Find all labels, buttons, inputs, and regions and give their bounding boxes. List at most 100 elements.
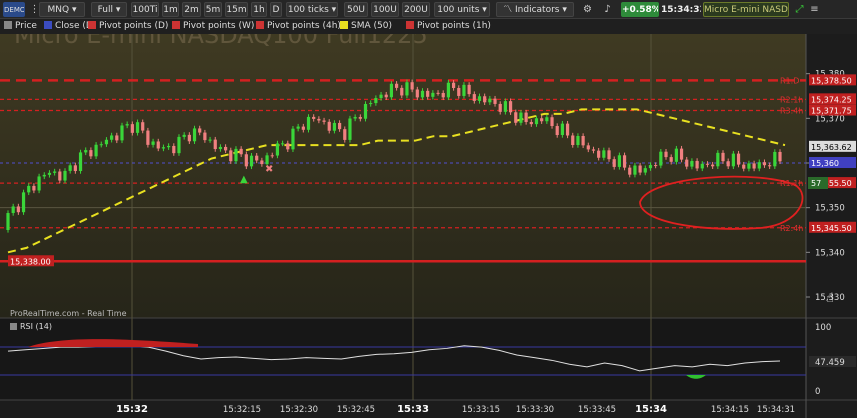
candle-body [384, 94, 388, 98]
candle-body [99, 144, 103, 146]
tf-15m[interactable]: 15m [225, 2, 248, 17]
candle-body [21, 192, 26, 213]
legend-item[interactable]: Pivot points (D) [88, 20, 168, 33]
tf-2m[interactable]: 2m [182, 2, 201, 17]
demo-logo-icon[interactable]: DEMO [3, 2, 25, 17]
x-tick-label: 15:32:45 [337, 405, 375, 415]
legend-item[interactable]: Pivot points (W) [172, 20, 254, 33]
candle-body [120, 125, 124, 141]
symbol-selector[interactable]: MNQ ▾ [39, 2, 85, 17]
candle-body [213, 139, 217, 150]
candle-body [110, 135, 114, 140]
cursor-icon: ☝ [826, 291, 834, 306]
y-tick-label: 15,370 [815, 114, 845, 124]
level-name-label: R1.1h [780, 179, 803, 188]
candle-body [571, 135, 575, 146]
toolbar: DEMO ⋮ MNQ ▾ Full ▾ 100Ti 1m 2m 5m 15m 1… [0, 0, 857, 19]
candle-body [337, 122, 342, 130]
candle-body [529, 121, 533, 125]
buy-arrow-icon: ▲ [240, 174, 248, 185]
candle-body [125, 124, 129, 126]
candle-body [63, 170, 67, 181]
candle-body [576, 135, 580, 146]
candle-body [291, 128, 295, 150]
candle-body [690, 160, 694, 167]
candle-body [363, 103, 368, 119]
units-selector[interactable]: 100 units ▾ [434, 2, 490, 17]
candle-body [389, 83, 394, 98]
level-name-label: R1.D [780, 76, 799, 85]
legend-label: Pivot points (1h) [417, 21, 491, 31]
candle-body [488, 98, 492, 103]
candle-body [514, 112, 518, 123]
candle-body [135, 122, 140, 133]
candle-body [617, 155, 621, 167]
candle-body [638, 165, 642, 173]
candle-body [612, 159, 616, 167]
rsi-top-label: 100 [815, 323, 831, 333]
candle-body [6, 213, 10, 230]
candle-body [167, 145, 171, 148]
candle-body [353, 117, 357, 119]
candle-body [187, 134, 191, 142]
candle-body [477, 96, 482, 101]
candle-body [731, 153, 735, 167]
units-100u[interactable]: 100U [371, 2, 399, 17]
units-200u[interactable]: 200U [402, 2, 430, 17]
instrument-name[interactable]: Micro E-mini NASDA [703, 2, 789, 17]
tf-5m[interactable]: 5m [204, 2, 222, 17]
current-price-text: 57 [811, 179, 821, 188]
tf-1h[interactable]: 1h [251, 2, 267, 17]
x-tick-label: 15:33:15 [462, 405, 500, 415]
candle-body [654, 165, 658, 167]
candle-body [224, 146, 228, 151]
candle-body [685, 159, 689, 167]
cross-marker-icon: ✖ [265, 164, 273, 175]
candle-body [208, 139, 212, 141]
ticks-selector[interactable]: 100 ticks ▾ [286, 2, 338, 17]
full-selector[interactable]: Full ▾ [91, 2, 127, 17]
legend-item[interactable]: Pivot points (1h) [406, 20, 491, 33]
candle-body [42, 174, 46, 177]
units-50u[interactable]: 50U [344, 2, 368, 17]
tf-d[interactable]: D [270, 2, 282, 17]
candle-body [229, 150, 233, 162]
more-icon[interactable]: ≡ [807, 2, 822, 17]
candle-body [498, 103, 502, 112]
candle-body [146, 130, 150, 145]
legend-item[interactable]: Price [4, 20, 37, 33]
legend-item[interactable]: SMA (50) [340, 20, 392, 33]
x-tick-label: 15:33 [397, 404, 429, 415]
level-price-text: 15,363.62 [811, 143, 852, 152]
provider-credit: ProRealTime.com - Real Time [10, 309, 127, 318]
x-tick-label: 15:33:30 [516, 405, 554, 415]
candle-body [161, 147, 166, 149]
rsi-value-text: 47.459 [815, 358, 845, 368]
candle-body [260, 160, 264, 165]
candle-body [218, 146, 223, 150]
candle-body [679, 148, 684, 160]
indicators-button[interactable]: 〽 Indicators ▾ [496, 2, 574, 17]
rsi-legend[interactable]: RSI (14) [10, 322, 52, 331]
chart-canvas[interactable]: ▲✖ 15,39015,38015,37015,36015,35015,3401… [0, 0, 857, 418]
legend-swatch-icon [44, 21, 52, 29]
candle-body [555, 126, 559, 136]
tf-100ti[interactable]: 100Ti [131, 2, 159, 17]
bell-icon[interactable]: ♪ [600, 2, 615, 17]
candle-body [89, 150, 93, 157]
settings-icon[interactable]: ⚙ [580, 2, 595, 17]
expand-icon[interactable]: ⤢ [792, 2, 807, 17]
candle-body [312, 116, 316, 119]
candle-body [198, 128, 202, 133]
candle-body [192, 128, 197, 142]
tf-1m[interactable]: 1m [162, 2, 179, 17]
candle-body [394, 83, 399, 88]
candle-body [156, 141, 160, 149]
legend-label: Pivot points (W) [183, 21, 255, 31]
candle-body [659, 151, 663, 166]
candle-body [47, 172, 52, 175]
legend-item[interactable]: Pivot points (4h) [256, 20, 341, 33]
level-price-text: 15,360 [811, 159, 839, 168]
candle-body [306, 116, 311, 130]
level-name-label: R3.4h [780, 107, 803, 116]
